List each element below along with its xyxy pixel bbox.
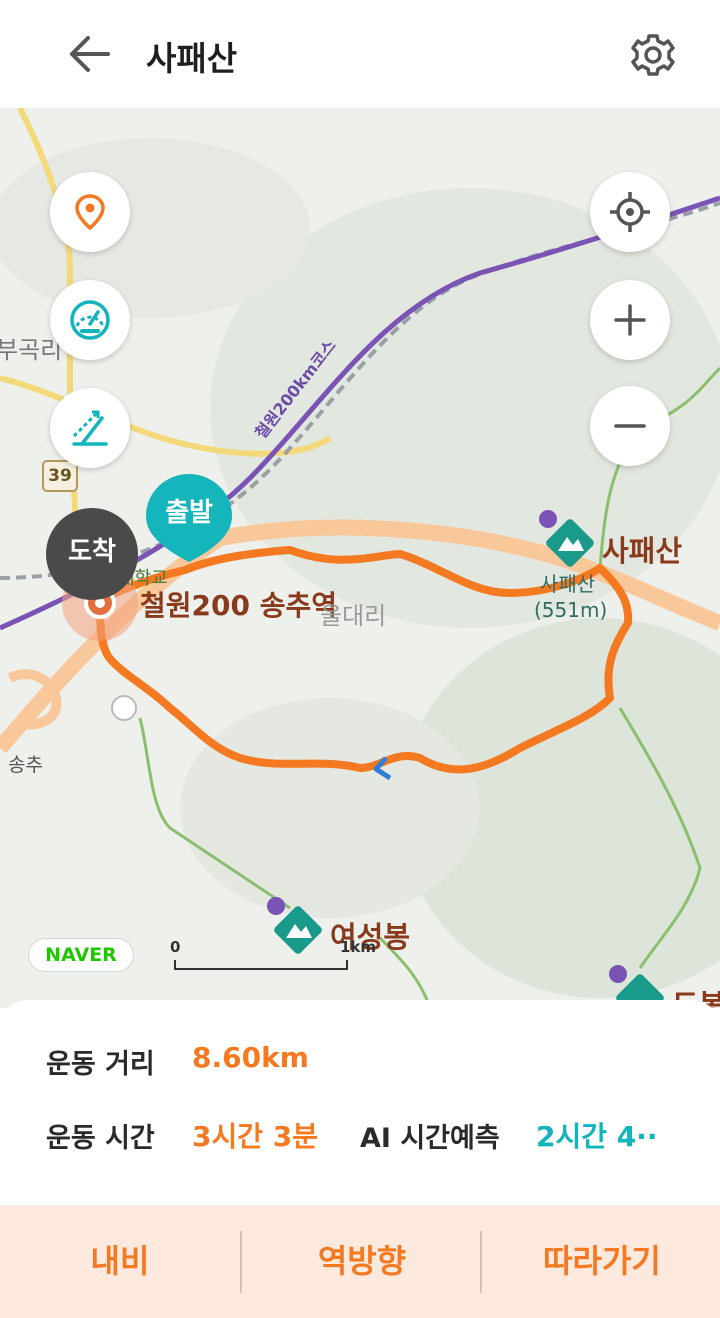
crosshair-icon [610, 192, 650, 232]
peak-sapae-height: (551m) [534, 598, 608, 622]
elevation-button[interactable] [50, 388, 130, 468]
minus-icon [614, 424, 646, 428]
scale-one-label: 1km [340, 938, 377, 956]
village-label: 울대리 [320, 602, 387, 630]
start-marker[interactable]: 출발 [144, 472, 234, 562]
reverse-button[interactable]: 역방향 [242, 1205, 482, 1318]
distance-value: 8.60km [192, 1041, 309, 1074]
speedometer-button[interactable] [50, 280, 130, 360]
gear-icon [631, 34, 675, 76]
map-scale: 0 1km [170, 936, 376, 970]
peak-sapae-name: 사패산 [602, 534, 683, 568]
follow-button[interactable]: 따라가기 [482, 1205, 720, 1318]
route-info-panel: 운동 거리 8.60km 운동 시간 3시간 3분 AI 시간예측 2시간 4·… [0, 1000, 720, 1205]
arrow-left-icon [70, 36, 110, 72]
speedometer-icon [70, 300, 110, 340]
scale-bar [174, 960, 348, 970]
app-header: 사패산 [0, 0, 720, 108]
station-label: 철원200 송추역 [140, 589, 337, 622]
zoom-in-button[interactable] [590, 280, 670, 360]
zoom-out-button[interactable] [590, 386, 670, 466]
songchu-label: 송추 [8, 754, 43, 776]
time-value: 3시간 3분 [192, 1120, 318, 1153]
distance-label: 운동 거리 [46, 1049, 155, 1080]
elevation-icon [72, 410, 108, 446]
location-pin-icon [75, 194, 105, 231]
settings-button[interactable] [628, 30, 678, 80]
naver-logo: NAVER [28, 938, 134, 972]
action-bar: 내비 역방향 따라가기 [0, 1205, 720, 1318]
start-marker-label: 출발 [165, 498, 213, 528]
peak-sapae-small: 사패산 [540, 572, 596, 596]
plus-icon [614, 304, 646, 336]
ai-estimate-value: 2시간 4·· [536, 1120, 658, 1153]
end-marker[interactable]: 도착 [46, 508, 138, 600]
time-label: 운동 시간 [46, 1123, 155, 1154]
page-title: 사패산 [146, 39, 238, 78]
map-view[interactable]: 철원200km코스 부곡리 39 대학교 철원200 송추역 울대리 사패산 사… [0, 108, 720, 1008]
scale-zero-label: 0 [170, 938, 181, 956]
route-39-badge: 39 [42, 460, 78, 492]
back-button[interactable] [62, 30, 118, 78]
my-location-button[interactable] [590, 172, 670, 252]
location-pin-button[interactable] [50, 172, 130, 252]
ai-estimate-label: AI 시간예측 [360, 1123, 500, 1154]
navi-button[interactable]: 내비 [0, 1205, 240, 1318]
